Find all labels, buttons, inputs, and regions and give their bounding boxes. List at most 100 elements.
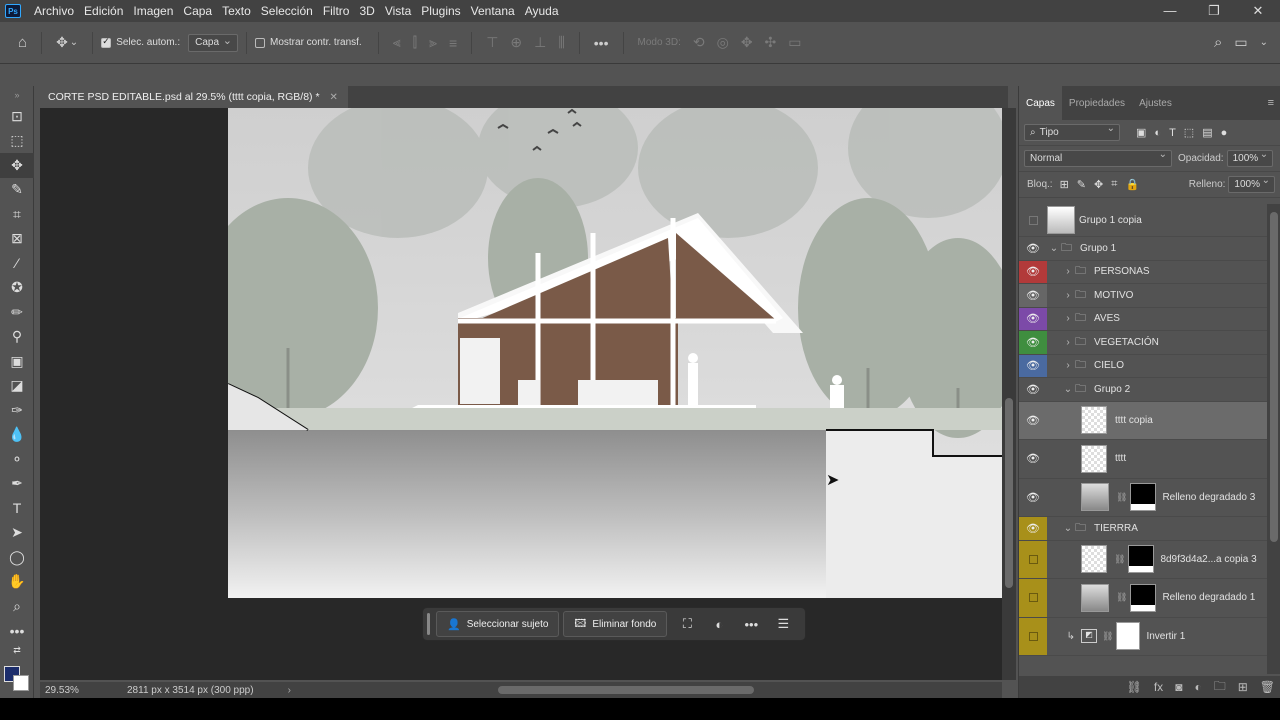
chevron-down-icon[interactable]: ⌄ xyxy=(1061,384,1075,395)
lock-artboard-icon[interactable]: ⌗ xyxy=(1111,178,1117,191)
frame-tool-icon[interactable]: ⊠ xyxy=(0,227,34,252)
chevron-right-icon[interactable]: › xyxy=(1061,337,1075,348)
auto-select-target-dropdown[interactable]: Capa xyxy=(188,33,239,52)
mask-thumbnail[interactable] xyxy=(1130,483,1157,512)
distribute-h-icon[interactable]: ≡ xyxy=(449,35,457,51)
pen-tool-icon[interactable]: ✒ xyxy=(0,472,34,497)
tab-capas[interactable]: Capas xyxy=(1019,86,1062,120)
chevron-right-icon[interactable]: › xyxy=(1061,313,1075,324)
collapse-toolbar-icon[interactable]: » xyxy=(0,86,34,104)
eye-icon[interactable]: 👁 xyxy=(1019,440,1047,478)
pan-3d-icon[interactable]: ✥ xyxy=(741,34,753,51)
layer-row[interactable]: 👁 ⌄ 🗀 Grupo 1 xyxy=(1019,237,1267,261)
transform-icon[interactable]: ⛶ xyxy=(671,616,703,632)
artboard-tool-icon[interactable]: ⊡ xyxy=(0,104,34,129)
menu-imagen[interactable]: Imagen xyxy=(128,4,178,18)
menu-vista[interactable]: Vista xyxy=(380,4,416,18)
lock-image-icon[interactable]: ✎ xyxy=(1077,178,1086,191)
chevron-down-icon[interactable]: ⌄ xyxy=(70,37,78,48)
eye-icon[interactable]: 👁 xyxy=(1019,517,1047,540)
filter-toggle-icon[interactable]: ● xyxy=(1221,127,1228,139)
history-brush-tool-icon[interactable]: ✑ xyxy=(0,398,34,423)
menu-capa[interactable]: Capa xyxy=(178,4,217,18)
mask-thumbnail[interactable] xyxy=(1130,583,1157,612)
align-top-icon[interactable]: ⊤ xyxy=(486,34,498,51)
home-icon[interactable]: ⌂ xyxy=(18,34,27,51)
drag-handle[interactable] xyxy=(427,613,430,635)
crop-tool-icon[interactable]: ⌗ xyxy=(0,202,34,227)
lock-transparent-icon[interactable]: ⊞ xyxy=(1060,178,1069,191)
chevron-right-icon[interactable]: › xyxy=(1061,266,1075,277)
opacity-field[interactable]: 100% xyxy=(1226,149,1274,167)
delete-layer-icon[interactable]: 🗑 xyxy=(1260,680,1275,694)
search-icon[interactable]: ⌕ xyxy=(1214,34,1222,51)
align-middle-v-icon[interactable]: ⊕ xyxy=(510,34,522,51)
filter-shape-icon[interactable]: ⬚ xyxy=(1184,126,1194,139)
zoom-tool-icon[interactable]: ⌕ xyxy=(0,594,34,619)
visibility-toggle[interactable] xyxy=(1019,579,1047,617)
chevron-right-icon[interactable]: › xyxy=(288,685,291,696)
layer-style-icon[interactable]: fx xyxy=(1154,680,1163,694)
eraser-tool-icon[interactable]: ◪ xyxy=(0,374,34,399)
more-options-icon[interactable]: ••• xyxy=(594,35,609,51)
tab-propiedades[interactable]: Propiedades xyxy=(1062,86,1132,120)
marquee-tool-icon[interactable]: ⬚ xyxy=(0,129,34,154)
layer-row-selected[interactable]: 👁 tttt copia xyxy=(1019,401,1267,440)
link-icon[interactable]: ⛓ xyxy=(1116,492,1127,503)
new-group-icon[interactable]: 🗀 xyxy=(1214,677,1226,698)
canvas-area[interactable]: ➤ xyxy=(40,108,1002,680)
visibility-toggle[interactable] xyxy=(1019,617,1047,655)
show-transform-checkbox[interactable] xyxy=(255,37,266,48)
layer-row[interactable]: ⛓ 8d9f3d4a2...a copia 3 xyxy=(1019,540,1267,579)
align-left-icon[interactable]: ⫷ xyxy=(393,34,401,51)
canvas-vertical-scrollbar[interactable] xyxy=(1002,108,1016,680)
zoom-level[interactable]: 29.53% xyxy=(45,685,115,696)
clone-stamp-tool-icon[interactable]: ⚲ xyxy=(0,325,34,350)
layer-row[interactable]: 👁 ⌄ 🗀 TIERRRA xyxy=(1019,517,1267,541)
eye-icon[interactable]: 👁 xyxy=(1019,378,1047,401)
spot-healing-tool-icon[interactable]: ✪ xyxy=(0,276,34,301)
document-canvas[interactable] xyxy=(228,108,1002,598)
layers-scrollbar[interactable] xyxy=(1267,204,1280,674)
layer-row[interactable]: 👁 › 🗀 MOTIVO xyxy=(1019,284,1267,308)
select-subject-button[interactable]: 👤 Seleccionar sujeto xyxy=(436,611,560,637)
link-icon[interactable]: ⛓ xyxy=(1102,631,1113,642)
eyedropper-tool-icon[interactable]: ⁄ xyxy=(0,251,34,276)
menu-texto[interactable]: Texto xyxy=(217,4,256,18)
mask-icon[interactable]: ◐ xyxy=(703,617,735,632)
new-adjustment-icon[interactable]: ◐ xyxy=(1194,680,1201,694)
eye-icon[interactable]: 👁 xyxy=(1019,354,1047,377)
lock-position-icon[interactable]: ✥ xyxy=(1094,178,1103,191)
blur-tool-icon[interactable]: 💧 xyxy=(0,423,34,448)
ellipse-tool-icon[interactable]: ◯ xyxy=(0,545,34,570)
chevron-right-icon[interactable]: › xyxy=(1061,360,1075,371)
add-mask-icon[interactable]: ◙ xyxy=(1175,680,1182,694)
fill-field[interactable]: 100% xyxy=(1228,175,1275,193)
scrollbar-thumb[interactable] xyxy=(1005,398,1013,588)
visibility-toggle[interactable] xyxy=(1019,540,1047,578)
eye-icon[interactable]: 👁 xyxy=(1019,307,1047,330)
filter-type-icon[interactable]: T xyxy=(1169,127,1176,139)
slide-3d-icon[interactable]: ✣ xyxy=(765,34,777,51)
minimize-button[interactable]: — xyxy=(1148,3,1192,19)
panel-menu-icon[interactable]: ≡ xyxy=(1268,97,1274,109)
layer-row[interactable]: 👁 tttt xyxy=(1019,440,1267,479)
workspace-icon[interactable]: ▭ xyxy=(1234,34,1247,51)
layer-row[interactable]: 👁 › 🗀 VEGETACIÓN xyxy=(1019,331,1267,355)
brush-tool-icon[interactable]: ✏ xyxy=(0,300,34,325)
menu-filtro[interactable]: Filtro xyxy=(318,4,355,18)
eye-icon[interactable]: 👁 xyxy=(1019,479,1047,517)
layer-row[interactable]: Grupo 1 copia xyxy=(1019,204,1267,237)
align-bottom-icon[interactable]: ⊥ xyxy=(534,34,546,51)
close-button[interactable]: ✕ xyxy=(1236,3,1280,19)
filter-pixel-icon[interactable]: ▣ xyxy=(1136,126,1146,139)
link-icon[interactable]: ⛓ xyxy=(1116,592,1127,603)
move-tool-icon[interactable]: ✥ xyxy=(0,153,34,178)
settings-sliders-icon[interactable]: ☰ xyxy=(767,616,799,632)
chevron-down-icon[interactable]: ⌄ xyxy=(1061,523,1075,534)
link-icon[interactable]: ⛓ xyxy=(1114,554,1125,565)
align-right-icon[interactable]: ⫸ xyxy=(429,34,437,51)
reset-colors-icon[interactable]: ⇄ xyxy=(0,643,34,657)
mask-thumbnail[interactable] xyxy=(1128,545,1155,574)
distribute-v-icon[interactable]: ⫼ xyxy=(558,34,564,51)
